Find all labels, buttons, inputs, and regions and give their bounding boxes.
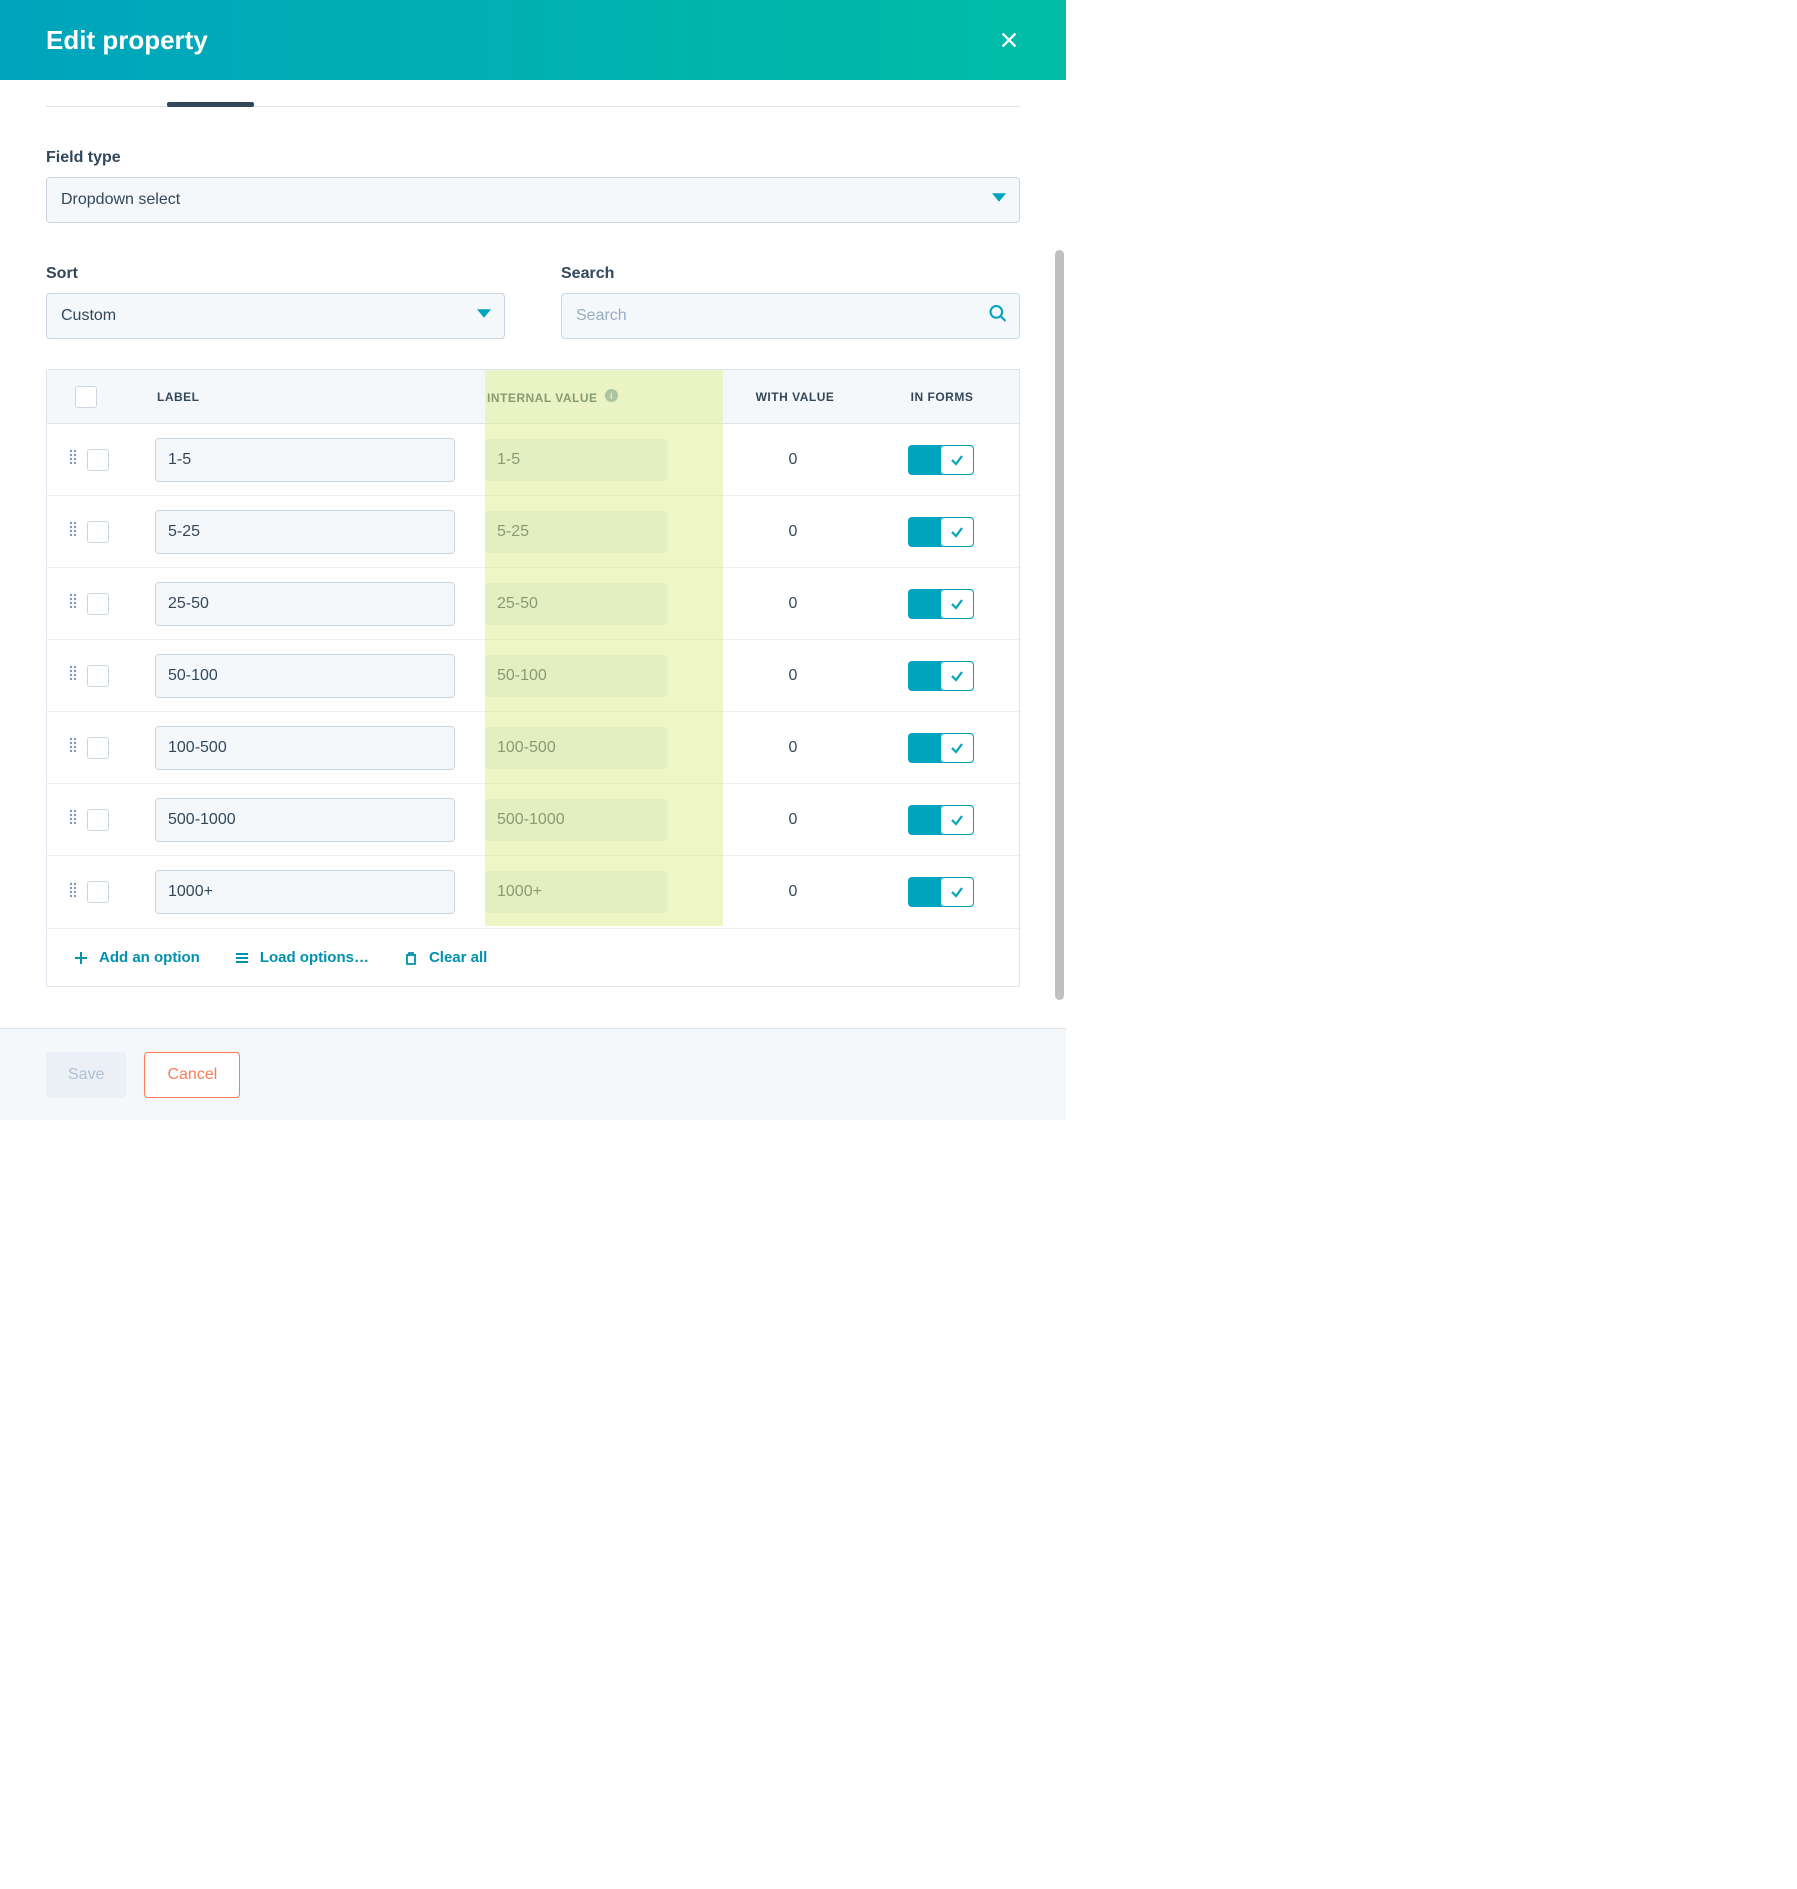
drag-handle-icon[interactable] bbox=[59, 737, 87, 758]
internal-value: 1000+ bbox=[485, 871, 667, 913]
sort-value: Custom bbox=[61, 307, 116, 325]
table-row: 1-5 0 bbox=[47, 424, 1019, 496]
drag-handle-icon[interactable] bbox=[59, 593, 87, 614]
load-options-button[interactable]: Load options… bbox=[234, 949, 369, 966]
field-type-select[interactable]: Dropdown select bbox=[46, 177, 1020, 223]
row-checkbox[interactable] bbox=[87, 449, 109, 471]
field-type-label: Field type bbox=[46, 149, 1020, 167]
modal-header: Edit property bbox=[0, 0, 1066, 80]
drag-handle-icon[interactable] bbox=[59, 882, 87, 903]
clear-all-button[interactable]: Clear all bbox=[403, 949, 487, 966]
load-options-label: Load options… bbox=[260, 949, 369, 966]
col-internal-value: INTERNAL VALUE i bbox=[487, 389, 725, 405]
modal-footer: Save Cancel bbox=[0, 1028, 1066, 1120]
table-row: 50-100 0 bbox=[47, 640, 1019, 712]
with-value-count: 0 bbox=[723, 811, 863, 829]
caret-down-icon bbox=[992, 191, 1006, 210]
internal-value: 25-50 bbox=[485, 583, 667, 625]
modal-title: Edit property bbox=[46, 25, 208, 56]
tab-field-type[interactable]: Field type bbox=[167, 74, 254, 106]
in-forms-toggle[interactable] bbox=[908, 877, 974, 907]
col-in-forms: IN FORMS bbox=[865, 390, 1019, 404]
add-option-button[interactable]: Add an option bbox=[73, 949, 200, 966]
in-forms-toggle[interactable] bbox=[908, 517, 974, 547]
in-forms-toggle[interactable] bbox=[908, 805, 974, 835]
table-footer-actions: Add an option Load options… Clear all bbox=[47, 928, 1019, 986]
row-checkbox[interactable] bbox=[87, 881, 109, 903]
row-checkbox[interactable] bbox=[87, 665, 109, 687]
drag-handle-icon[interactable] bbox=[59, 449, 87, 470]
table-row: 1000+ 0 bbox=[47, 856, 1019, 928]
with-value-count: 0 bbox=[723, 667, 863, 685]
check-icon bbox=[940, 661, 974, 691]
option-label-input[interactable] bbox=[155, 654, 455, 698]
info-icon[interactable]: i bbox=[605, 389, 618, 402]
search-label: Search bbox=[561, 265, 1020, 283]
sort-label: Sort bbox=[46, 265, 505, 283]
col-with-value: WITH VALUE bbox=[725, 390, 865, 404]
option-label-input[interactable] bbox=[155, 870, 455, 914]
drag-handle-icon[interactable] bbox=[59, 521, 87, 542]
field-type-value: Dropdown select bbox=[61, 191, 180, 209]
check-icon bbox=[940, 589, 974, 619]
table-row: 100-500 0 bbox=[47, 712, 1019, 784]
scrollbar[interactable] bbox=[1055, 250, 1064, 1000]
save-button[interactable]: Save bbox=[46, 1052, 126, 1098]
table-header: LABEL INTERNAL VALUE i WITH VALUE IN FOR… bbox=[47, 370, 1019, 424]
tab-bar: Basic info Field type Rules (0) Used in … bbox=[46, 80, 1020, 107]
drag-handle-icon[interactable] bbox=[59, 809, 87, 830]
modal-content: Basic info Field type Rules (0) Used in … bbox=[0, 80, 1066, 987]
close-icon[interactable] bbox=[998, 29, 1020, 51]
internal-value: 100-500 bbox=[485, 727, 667, 769]
with-value-count: 0 bbox=[723, 595, 863, 613]
option-label-input[interactable] bbox=[155, 798, 455, 842]
check-icon bbox=[940, 445, 974, 475]
in-forms-toggle[interactable] bbox=[908, 445, 974, 475]
check-icon bbox=[940, 733, 974, 763]
options-table: LABEL INTERNAL VALUE i WITH VALUE IN FOR… bbox=[46, 369, 1020, 987]
option-label-input[interactable] bbox=[155, 726, 455, 770]
with-value-count: 0 bbox=[723, 451, 863, 469]
row-checkbox[interactable] bbox=[87, 809, 109, 831]
add-option-label: Add an option bbox=[99, 949, 200, 966]
col-label: LABEL bbox=[157, 390, 487, 404]
search-input[interactable] bbox=[561, 293, 1020, 339]
row-checkbox[interactable] bbox=[87, 593, 109, 615]
search-icon bbox=[988, 304, 1008, 329]
internal-value: 50-100 bbox=[485, 655, 667, 697]
option-label-input[interactable] bbox=[155, 510, 455, 554]
caret-down-icon bbox=[477, 307, 491, 326]
table-row: 5-25 0 bbox=[47, 496, 1019, 568]
sort-select[interactable]: Custom bbox=[46, 293, 505, 339]
option-label-input[interactable] bbox=[155, 438, 455, 482]
with-value-count: 0 bbox=[723, 883, 863, 901]
check-icon bbox=[940, 805, 974, 835]
internal-value: 1-5 bbox=[485, 439, 667, 481]
select-all-checkbox[interactable] bbox=[75, 386, 97, 408]
check-icon bbox=[940, 877, 974, 907]
clear-all-label: Clear all bbox=[429, 949, 487, 966]
internal-value: 500-1000 bbox=[485, 799, 667, 841]
internal-value: 5-25 bbox=[485, 511, 667, 553]
row-checkbox[interactable] bbox=[87, 521, 109, 543]
cancel-button[interactable]: Cancel bbox=[144, 1052, 240, 1098]
drag-handle-icon[interactable] bbox=[59, 665, 87, 686]
row-checkbox[interactable] bbox=[87, 737, 109, 759]
check-icon bbox=[940, 517, 974, 547]
table-row: 500-1000 0 bbox=[47, 784, 1019, 856]
with-value-count: 0 bbox=[723, 739, 863, 757]
in-forms-toggle[interactable] bbox=[908, 589, 974, 619]
in-forms-toggle[interactable] bbox=[908, 733, 974, 763]
in-forms-toggle[interactable] bbox=[908, 661, 974, 691]
table-row: 25-50 0 bbox=[47, 568, 1019, 640]
option-label-input[interactable] bbox=[155, 582, 455, 626]
svg-text:i: i bbox=[610, 390, 613, 400]
with-value-count: 0 bbox=[723, 523, 863, 541]
